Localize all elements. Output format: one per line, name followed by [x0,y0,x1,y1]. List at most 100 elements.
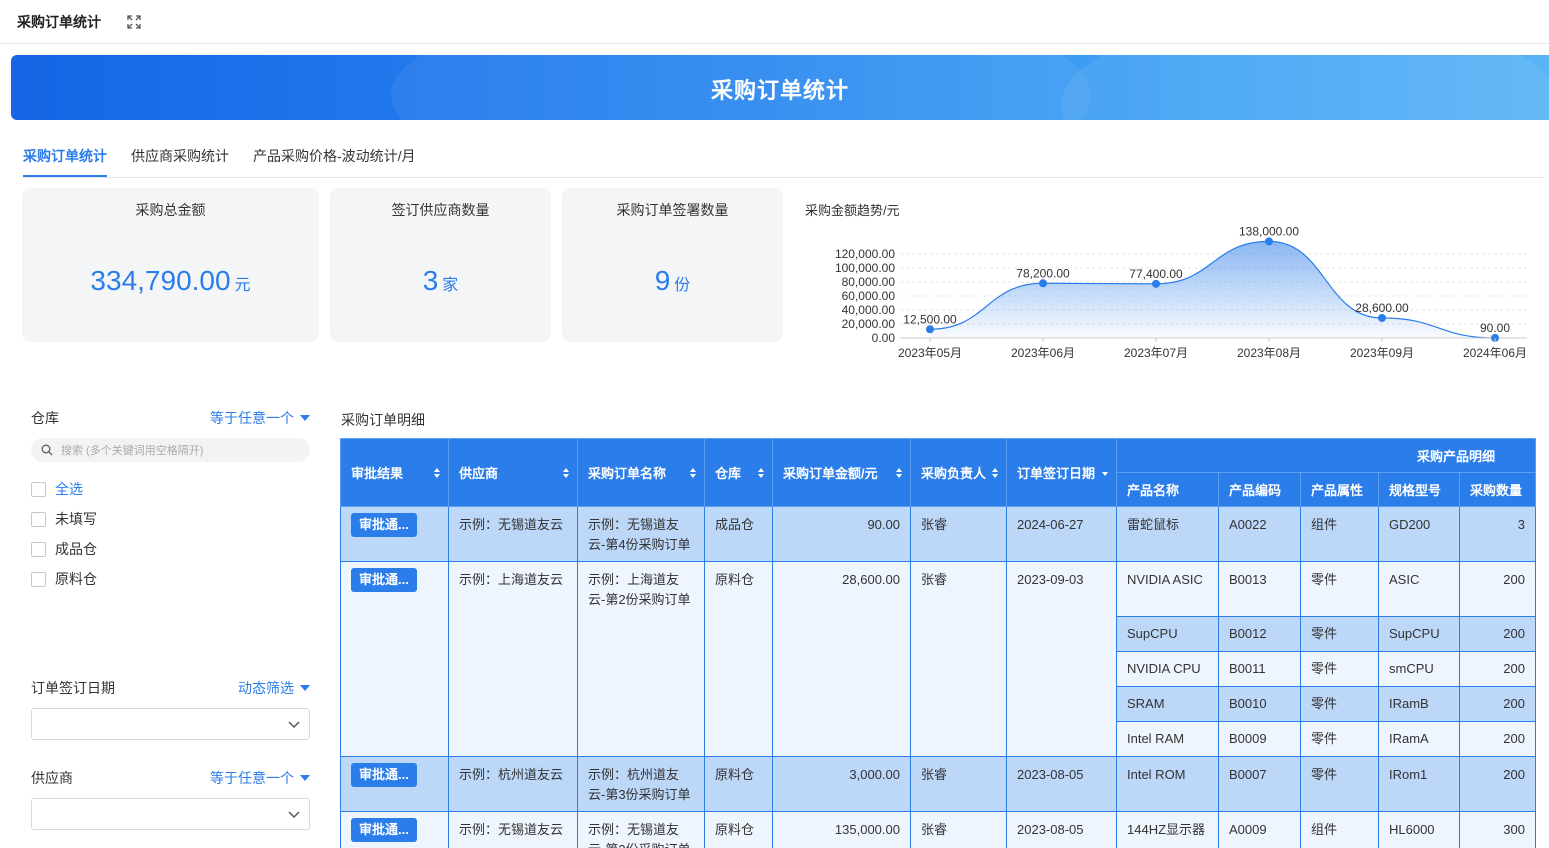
filter-mode-dropdown[interactable]: 动态筛选 [238,678,310,698]
cell-quantity: 200 [1459,616,1536,652]
kpi-value: 3 [422,265,439,296]
cell-product-name: Intel RAM [1116,721,1219,757]
warehouse-search-input[interactable]: 搜索 (多个关键词用空格隔开) [31,438,310,462]
data-point[interactable] [1265,237,1273,246]
cell-product-attr: 组件 [1300,506,1379,562]
col-header-product-attr[interactable]: 产品属性 [1300,472,1379,507]
trend-chart-svg: 12,500.00 78,200.00 77,400.00 138,000.00 28,… [835,224,1527,360]
table-row: 审批通... 示例：上海道友云 示例：上海道友云-第2份采购订单 原料仓 28,600.… [340,561,1536,757]
kpi-value: 9 [654,265,671,296]
caret-down-icon [300,685,310,691]
option-finished-goods[interactable]: 成品仓 [31,534,310,564]
kpi-title: 采购总金额 [135,202,206,218]
data-point[interactable] [1152,279,1160,288]
cell-sign-date: 2024-06-27 [1006,506,1117,562]
tab-order-stats[interactable]: 采购订单统计 [23,140,107,177]
data-point[interactable] [1378,313,1386,322]
y-tick-label: 80,000.00 [842,275,896,289]
filter-label: 供应商 [31,770,73,786]
col-header-status[interactable]: 审批结果 [340,438,449,507]
x-tick-label: 2023年07月 [1124,346,1188,360]
sort-icon[interactable] [991,467,999,479]
cell-spec: smCPU [1378,651,1460,687]
col-header-sign-date[interactable]: 订单签订日期 [1006,438,1117,507]
data-label: 138,000.00 [1239,224,1299,238]
col-header-order-name[interactable]: 采购订单名称 [577,438,705,507]
approval-status-button[interactable]: 审批通... [351,763,417,787]
y-tick-label: 100,000.00 [835,261,895,275]
filter-mode-dropdown[interactable]: 等于任意一个 [210,408,310,428]
col-header-owner[interactable]: 采购负责人 [910,438,1007,507]
checkbox[interactable] [31,541,46,557]
cell-quantity: 200 [1459,651,1536,687]
cell-supplier: 示例：无锡道友云 [448,811,578,848]
cell-product-code: A0022 [1218,506,1301,562]
sort-icon[interactable] [562,467,570,479]
cell-product-name: 雷蛇鼠标 [1116,506,1219,562]
cell-spec: HL6000 [1378,811,1460,848]
cell-amount: 135,000.00 [772,811,911,848]
cell-quantity: 200 [1459,686,1536,722]
checkbox[interactable] [31,511,46,527]
kpi-title: 签订供应商数量 [391,202,490,218]
approval-status-button[interactable]: 审批通... [351,818,417,842]
y-tick-label: 60,000.00 [842,289,896,303]
cell-amount: 28,600.00 [772,561,911,757]
cell-product-name: SupCPU [1116,616,1219,652]
cell-product-name: NVIDIA CPU [1116,651,1219,687]
cell-product-code: A0009 [1218,811,1301,848]
series-area [930,241,1495,338]
x-tick-label: 2023年09月 [1350,346,1414,360]
kpi-card-total-amount: 采购总金额 334,790.00 元 [22,188,319,342]
checkbox[interactable] [31,481,46,497]
cell-quantity: 200 [1459,756,1536,812]
cell-order-name: 示例：杭州道友云-第3份采购订单 [577,756,705,812]
kpi-card-order-count: 采购订单签署数量 9份 [562,188,783,342]
cell-product-code: B0011 [1218,651,1301,687]
cell-product-name: SRAM [1116,686,1219,722]
option-select-all[interactable]: 全选 [31,474,310,504]
cell-owner: 张睿 [910,561,1007,757]
cell-spec: ASIC [1378,561,1460,617]
col-header-supplier[interactable]: 供应商 [448,438,578,507]
fullscreen-icon[interactable] [127,14,141,29]
supplier-select[interactable] [31,798,310,830]
sort-icon[interactable] [689,467,697,479]
data-point[interactable] [926,325,934,334]
cell-product-name: 144HZ显示器 [1116,811,1219,848]
data-label: 12,500.00 [903,312,957,326]
x-tick-label: 2024年06月 [1463,346,1527,360]
cell-spec: GD200 [1378,506,1460,562]
col-header-spec[interactable]: 规格型号 [1378,472,1460,507]
col-header-warehouse[interactable]: 仓库 [704,438,773,507]
approval-status-button[interactable]: 审批通... [351,513,417,537]
option-raw-materials[interactable]: 原料仓 [31,564,310,594]
col-header-quantity[interactable]: 采购数量 [1459,472,1536,507]
kpi-value: 334,790.00 [90,265,231,296]
sort-desc-icon[interactable] [1101,467,1109,479]
tab-supplier-stats[interactable]: 供应商采购统计 [131,140,229,177]
checkbox[interactable] [31,571,46,587]
y-tick-label: 40,000.00 [842,303,896,317]
option-unfilled[interactable]: 未填写 [31,504,310,534]
data-point[interactable] [1039,279,1047,288]
cell-amount: 3,000.00 [772,756,911,812]
filter-mode-dropdown[interactable]: 等于任意一个 [210,768,310,788]
filter-label: 仓库 [31,410,59,426]
col-header-amount[interactable]: 采购订单金额/元 [772,438,911,507]
sort-icon[interactable] [433,467,441,479]
cell-product-code: B0007 [1218,756,1301,812]
cell-product-attr: 零件 [1300,651,1379,687]
col-header-product-code[interactable]: 产品编码 [1218,472,1301,507]
approval-status-button[interactable]: 审批通... [351,568,417,592]
cell-owner: 张睿 [910,811,1007,848]
sort-icon[interactable] [757,467,765,479]
trend-chart: 12,500.00 78,200.00 77,400.00 138,000.00 28,… [805,220,1545,370]
col-header-product-name[interactable]: 产品名称 [1116,472,1219,507]
cell-warehouse: 原料仓 [704,811,773,848]
sort-icon[interactable] [895,467,903,479]
chart-title: 采购金额趋势/元 [805,203,900,218]
cell-product-name: Intel ROM [1116,756,1219,812]
tab-price-fluctuation[interactable]: 产品采购价格-波动统计/月 [253,140,416,177]
date-select[interactable] [31,708,310,740]
